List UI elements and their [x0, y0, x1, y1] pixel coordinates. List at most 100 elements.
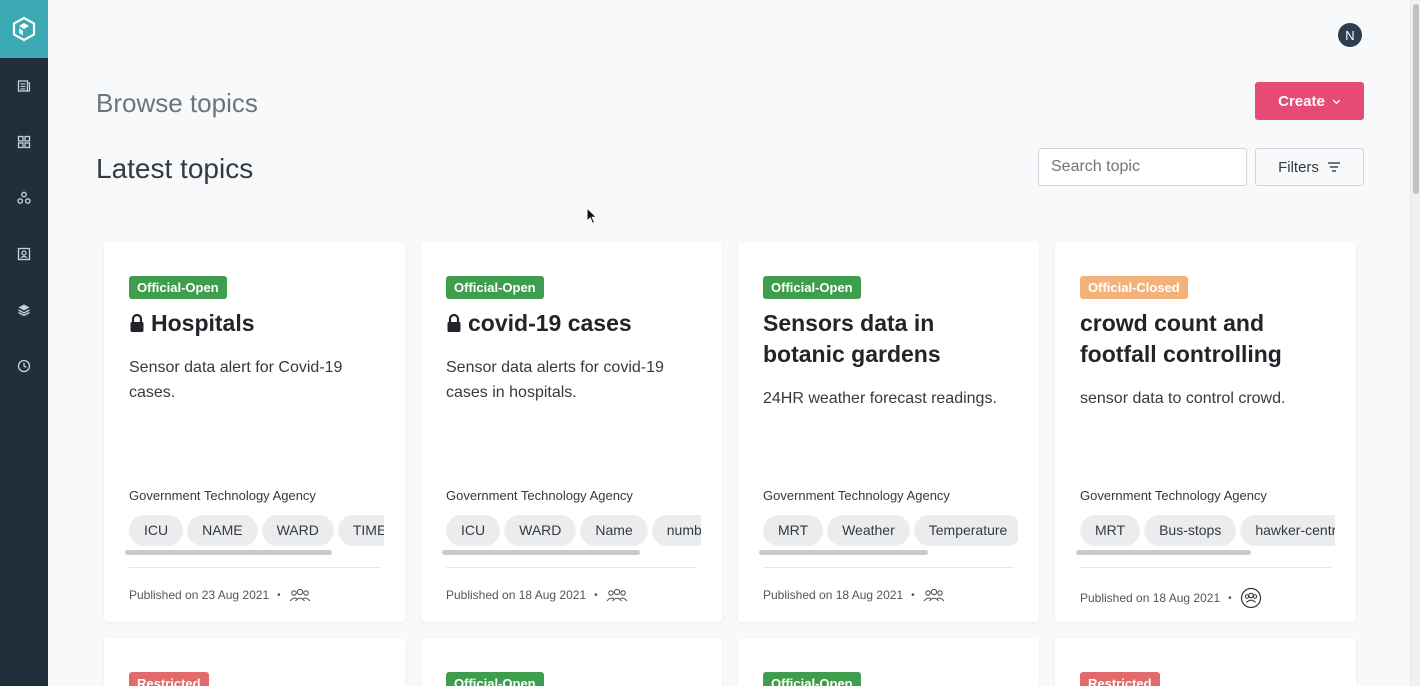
agency-name: Government Technology Agency [763, 488, 950, 503]
classification-badge: Official-Open [129, 276, 227, 299]
layers-icon [18, 304, 30, 317]
tag-chip[interactable]: ICU [446, 515, 501, 546]
separator-dot: • [1228, 592, 1232, 604]
user-avatar[interactable]: N [1338, 23, 1362, 47]
tag-chip[interactable]: number [651, 515, 701, 546]
published-date: Published on 18 Aug 2021 [1080, 591, 1221, 605]
sidebar-item-contacts[interactable] [0, 234, 48, 274]
agency-name: Government Technology Agency [129, 488, 316, 503]
topic-description: Sensor data alerts for covid-19 cases in… [446, 359, 664, 401]
tag-chip[interactable]: NAME [187, 515, 258, 546]
tag-scrollbar[interactable] [1076, 550, 1251, 555]
topic-card[interactable]: Official-Open Hospitals Sensor data aler… [104, 242, 405, 622]
separator-dot: • [277, 589, 281, 601]
lock-icon [130, 313, 144, 332]
sidebar-item-documents[interactable] [0, 66, 48, 106]
page-scrollbar-thumb[interactable] [1413, 4, 1419, 194]
topic-title[interactable]: covid-19 cases [446, 308, 702, 339]
tag-list[interactable]: MRT Weather Temperature [763, 515, 1018, 547]
classification-badge: Official-Closed [1080, 276, 1188, 299]
published-info: Published on 18 Aug 2021 • [446, 587, 628, 603]
published-info: Published on 23 Aug 2021 • [129, 587, 311, 603]
grid-icon [17, 135, 31, 149]
topic-title[interactable]: crowd count and footfall controlling [1080, 308, 1336, 370]
topic-card[interactable]: Official-Open covid-19 cases Sensor data… [421, 242, 722, 622]
agency-name: Government Technology Agency [1080, 488, 1267, 503]
classification-badge: Official-Open [763, 672, 861, 686]
create-button-label: Create [1278, 92, 1325, 110]
classification-badge: Restricted [129, 672, 209, 686]
sidebar [0, 0, 48, 686]
hexagon-logo-icon [12, 16, 36, 42]
clock-icon [17, 359, 31, 373]
topic-card[interactable]: Official-Open Sensors data in botanic ga… [738, 242, 1039, 622]
published-info: Published on 18 Aug 2021 • [1080, 587, 1262, 609]
filter-icon [1327, 162, 1340, 172]
tag-chip[interactable]: WARD [504, 515, 577, 546]
app-logo[interactable] [0, 0, 48, 58]
published-date: Published on 23 Aug 2021 [129, 588, 270, 602]
document-icon [17, 80, 31, 92]
topic-description: sensor data to control crowd. [1080, 390, 1286, 407]
topic-title-text: Sensors data in botanic gardens [763, 310, 941, 367]
tag-chip[interactable]: MRT [1080, 515, 1141, 546]
mouse-cursor-icon [586, 207, 598, 225]
tag-chip[interactable]: hawker-centre [1240, 515, 1335, 546]
contacts-icon [17, 247, 31, 261]
topic-description: Sensor data alert for Covid-19 cases. [129, 359, 343, 401]
create-button[interactable]: Create [1255, 82, 1364, 120]
separator-dot: • [594, 589, 598, 601]
published-date: Published on 18 Aug 2021 [446, 588, 587, 602]
tag-chip[interactable]: TIME [337, 515, 384, 546]
tag-chip[interactable]: WARD [261, 515, 334, 546]
classification-badge: Restricted [1080, 672, 1160, 686]
lock-icon [447, 313, 461, 332]
classification-badge: Official-Open [446, 276, 544, 299]
topic-card[interactable]: Official-Closed crowd count and footfall… [1055, 242, 1356, 622]
tag-chip[interactable]: Bus-stops [1144, 515, 1237, 546]
topic-title-text: crowd count and footfall controlling [1080, 310, 1282, 367]
topic-description: 24HR weather forecast readings. [763, 390, 997, 407]
agency-name: Government Technology Agency [446, 488, 633, 503]
tag-chip[interactable]: ICU [129, 515, 184, 546]
topic-title[interactable]: Sensors data in botanic gardens [763, 308, 1019, 370]
tag-chip[interactable]: MRT [763, 515, 824, 546]
group-icon [606, 588, 628, 602]
tag-list[interactable]: ICU NAME WARD TIME [129, 515, 384, 547]
search-input[interactable] [1038, 148, 1247, 186]
page-scrollbar[interactable] [1410, 0, 1420, 686]
topic-title[interactable]: Hospitals [129, 308, 385, 339]
topic-title-text: Hospitals [151, 310, 255, 336]
card-divider [1080, 567, 1331, 568]
tag-scrollbar[interactable] [442, 550, 640, 555]
tag-chip[interactable]: Name [580, 515, 648, 546]
tag-scrollbar[interactable] [759, 550, 928, 555]
separator-dot: • [911, 589, 915, 601]
tag-list[interactable]: ICUWARDNamenumber [446, 515, 701, 547]
chevron-down-icon [1332, 99, 1340, 104]
group-icon [289, 588, 311, 602]
card-divider [446, 567, 697, 568]
sidebar-item-layers[interactable] [0, 290, 48, 330]
classification-badge: Official-Open [446, 672, 544, 686]
topic-card[interactable]: Official-Open [738, 638, 1039, 686]
topic-card[interactable]: Restricted [1055, 638, 1356, 686]
filters-button[interactable]: Filters [1255, 148, 1364, 186]
tag-scrollbar[interactable] [125, 550, 332, 555]
page-title: Browse topics [96, 88, 258, 118]
sidebar-item-history[interactable] [0, 346, 48, 386]
classification-badge: Official-Open [763, 276, 861, 299]
topic-card[interactable]: Official-Open [421, 638, 722, 686]
topic-title-text: covid-19 cases [468, 310, 632, 336]
tag-chip[interactable]: Temperature [913, 515, 1018, 546]
sidebar-item-topics[interactable] [0, 178, 48, 218]
filters-button-label: Filters [1278, 158, 1319, 176]
tag-chip[interactable]: Weather [827, 515, 910, 546]
tag-list[interactable]: MRTBus-stopshawker-centre [1080, 515, 1335, 547]
card-divider [763, 567, 1014, 568]
section-title: Latest topics [96, 153, 254, 184]
sidebar-item-dashboard[interactable] [0, 122, 48, 162]
network-icon [17, 191, 31, 204]
topic-card[interactable]: Restricted [104, 638, 405, 686]
group-icon [923, 588, 945, 602]
